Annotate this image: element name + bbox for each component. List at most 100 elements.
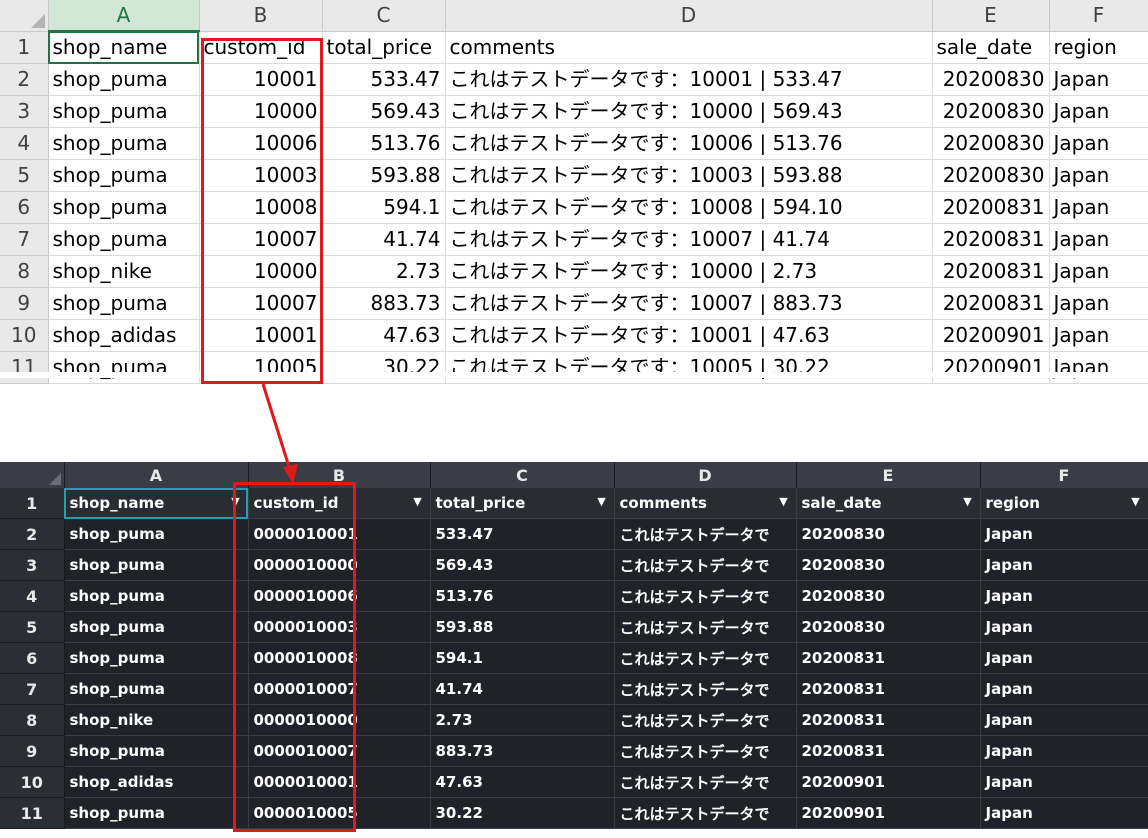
cell-total-price[interactable]: 2.73 bbox=[430, 704, 615, 736]
chevron-down-icon[interactable]: ▼ bbox=[410, 494, 426, 510]
header-cell-sale-date[interactable]: sale_date bbox=[932, 31, 1050, 64]
top-col-header-d[interactable]: D bbox=[445, 0, 933, 32]
cell-total-price[interactable]: 883.73 bbox=[322, 287, 446, 320]
cell-comments[interactable]: これはテストデータです：10000 | 569.43 bbox=[445, 95, 933, 128]
cell-total-price[interactable]: 41.74 bbox=[322, 223, 446, 256]
cell-shop-name[interactable]: shop_puma bbox=[48, 159, 200, 192]
cell-comments[interactable]: これはテストデータです：10001 | 47.63 bbox=[445, 319, 933, 352]
row-number[interactable]: 3 bbox=[0, 95, 49, 128]
cell-region[interactable]: Japan bbox=[980, 580, 1148, 612]
filter-header-region[interactable]: region ▼ bbox=[980, 488, 1148, 519]
top-col-header-e[interactable]: E bbox=[932, 0, 1050, 32]
chevron-down-icon[interactable]: ▼ bbox=[1128, 494, 1144, 510]
cell-shop-name[interactable]: shop_puma bbox=[64, 580, 249, 612]
cell-total-price[interactable]: 569.43 bbox=[322, 95, 446, 128]
cell-comments[interactable]: これはテストデータで bbox=[614, 580, 797, 612]
cell-comments[interactable]: これはテストデータです：10003 | 593.88 bbox=[445, 159, 933, 192]
cell-shop-name[interactable]: shop_puma bbox=[48, 127, 200, 160]
row-number[interactable]: 8 bbox=[0, 704, 65, 736]
row-number[interactable]: 2 bbox=[0, 518, 65, 550]
cell-region[interactable]: Japan bbox=[1049, 319, 1148, 352]
cell-shop-name[interactable]: shop_puma bbox=[48, 223, 200, 256]
cell-total-price[interactable]: 30.22 bbox=[322, 351, 446, 384]
cell-shop-name[interactable]: shop_adidas bbox=[48, 319, 200, 352]
cell-region[interactable]: Japan bbox=[1049, 63, 1148, 96]
select-all-corner[interactable] bbox=[0, 462, 65, 488]
cell-region[interactable]: Japan bbox=[980, 797, 1148, 829]
row-number[interactable]: 6 bbox=[0, 191, 49, 224]
cell-region[interactable]: Japan bbox=[1049, 223, 1148, 256]
row-number[interactable]: 4 bbox=[0, 580, 65, 612]
cell-comments[interactable]: これはテストデータで bbox=[614, 766, 797, 798]
cell-shop-name[interactable]: shop_puma bbox=[64, 735, 249, 767]
cell-total-price[interactable]: 47.63 bbox=[430, 766, 615, 798]
cell-sale-date[interactable]: 20200830 bbox=[932, 159, 1050, 192]
cell-comments[interactable]: これはテストデータで bbox=[614, 735, 797, 767]
row-number[interactable]: 1 bbox=[0, 31, 49, 64]
row-number[interactable]: 2 bbox=[0, 63, 49, 96]
row-number[interactable]: 11 bbox=[0, 351, 49, 384]
top-col-header-c[interactable]: C bbox=[322, 0, 446, 32]
row-number[interactable]: 6 bbox=[0, 642, 65, 674]
cell-region[interactable]: Japan bbox=[1049, 159, 1148, 192]
cell-comments[interactable]: これはテストデータで bbox=[614, 642, 797, 674]
cell-total-price[interactable]: 2.73 bbox=[322, 255, 446, 288]
filter-header-shop-name[interactable]: shop_name ▼ bbox=[64, 488, 249, 519]
chevron-down-icon[interactable]: ▼ bbox=[594, 494, 610, 510]
row-number[interactable]: 9 bbox=[0, 287, 49, 320]
bottom-col-header-e[interactable]: E bbox=[796, 462, 981, 488]
cell-comments[interactable]: これはテストデータです：10001 | 533.47 bbox=[445, 63, 933, 96]
filter-header-total-price[interactable]: total_price ▼ bbox=[430, 488, 615, 519]
cell-sale-date[interactable]: 20200831 bbox=[796, 735, 981, 767]
row-number[interactable]: 5 bbox=[0, 611, 65, 643]
cell-total-price[interactable]: 533.47 bbox=[430, 518, 615, 550]
cell-shop-name[interactable]: shop_nike bbox=[64, 704, 249, 736]
cell-total-price[interactable]: 30.22 bbox=[430, 797, 615, 829]
row-number[interactable]: 11 bbox=[0, 797, 65, 829]
bottom-col-header-d[interactable]: D bbox=[614, 462, 797, 488]
row-number[interactable]: 10 bbox=[0, 319, 49, 352]
cell-total-price[interactable]: 883.73 bbox=[430, 735, 615, 767]
cell-total-price[interactable]: 533.47 bbox=[322, 63, 446, 96]
cell-region[interactable]: Japan bbox=[1049, 191, 1148, 224]
bottom-col-header-c[interactable]: C bbox=[430, 462, 615, 488]
cell-shop-name[interactable]: shop_puma bbox=[64, 642, 249, 674]
cell-total-price[interactable]: 593.88 bbox=[430, 611, 615, 643]
cell-shop-name[interactable]: shop_nike bbox=[48, 255, 200, 288]
cell-total-price[interactable]: 594.1 bbox=[430, 642, 615, 674]
header-cell-region[interactable]: region bbox=[1049, 31, 1148, 64]
cell-comments[interactable]: これはテストデータです：10008 | 594.10 bbox=[445, 191, 933, 224]
cell-shop-name[interactable]: shop_puma bbox=[48, 63, 200, 96]
cell-comments[interactable]: これはテストデータで bbox=[614, 549, 797, 581]
cell-total-price[interactable]: 41.74 bbox=[430, 673, 615, 705]
cell-sale-date[interactable]: 20200830 bbox=[796, 549, 981, 581]
cell-shop-name[interactable]: shop_puma bbox=[64, 549, 249, 581]
row-number[interactable]: 1 bbox=[0, 488, 65, 519]
cell-shop-name[interactable]: shop_puma bbox=[64, 518, 249, 550]
cell-comments[interactable]: これはテストデータです：10006 | 513.76 bbox=[445, 127, 933, 160]
cell-region[interactable]: Japan bbox=[980, 766, 1148, 798]
cell-shop-name[interactable]: shop_puma bbox=[48, 95, 200, 128]
cell-total-price[interactable]: 593.88 bbox=[322, 159, 446, 192]
bottom-col-header-a[interactable]: A bbox=[64, 462, 249, 488]
cell-region[interactable]: Japan bbox=[1049, 287, 1148, 320]
header-cell-shop-name[interactable]: shop_name bbox=[48, 31, 200, 64]
header-cell-total-price[interactable]: total_price bbox=[322, 31, 446, 64]
bottom-col-header-f[interactable]: F bbox=[980, 462, 1148, 488]
cell-region[interactable]: Japan bbox=[1049, 95, 1148, 128]
cell-shop-name[interactable]: shop_puma bbox=[48, 287, 200, 320]
filter-header-comments[interactable]: comments ▼ bbox=[614, 488, 797, 519]
cell-comments[interactable]: これはテストデータで bbox=[614, 673, 797, 705]
cell-comments[interactable]: これはテストデータです：10007 | 41.74 bbox=[445, 223, 933, 256]
row-number[interactable]: 7 bbox=[0, 673, 65, 705]
row-number[interactable]: 8 bbox=[0, 255, 49, 288]
cell-sale-date[interactable]: 20200830 bbox=[796, 611, 981, 643]
cell-sale-date[interactable]: 20200830 bbox=[796, 580, 981, 612]
cell-sale-date[interactable]: 20200831 bbox=[932, 191, 1050, 224]
cell-sale-date[interactable]: 20200831 bbox=[932, 287, 1050, 320]
cell-region[interactable]: Japan bbox=[980, 642, 1148, 674]
cell-total-price[interactable]: 513.76 bbox=[322, 127, 446, 160]
row-number[interactable]: 3 bbox=[0, 549, 65, 581]
cell-comments[interactable]: これはテストデータです：10007 | 883.73 bbox=[445, 287, 933, 320]
row-number[interactable]: 5 bbox=[0, 159, 49, 192]
